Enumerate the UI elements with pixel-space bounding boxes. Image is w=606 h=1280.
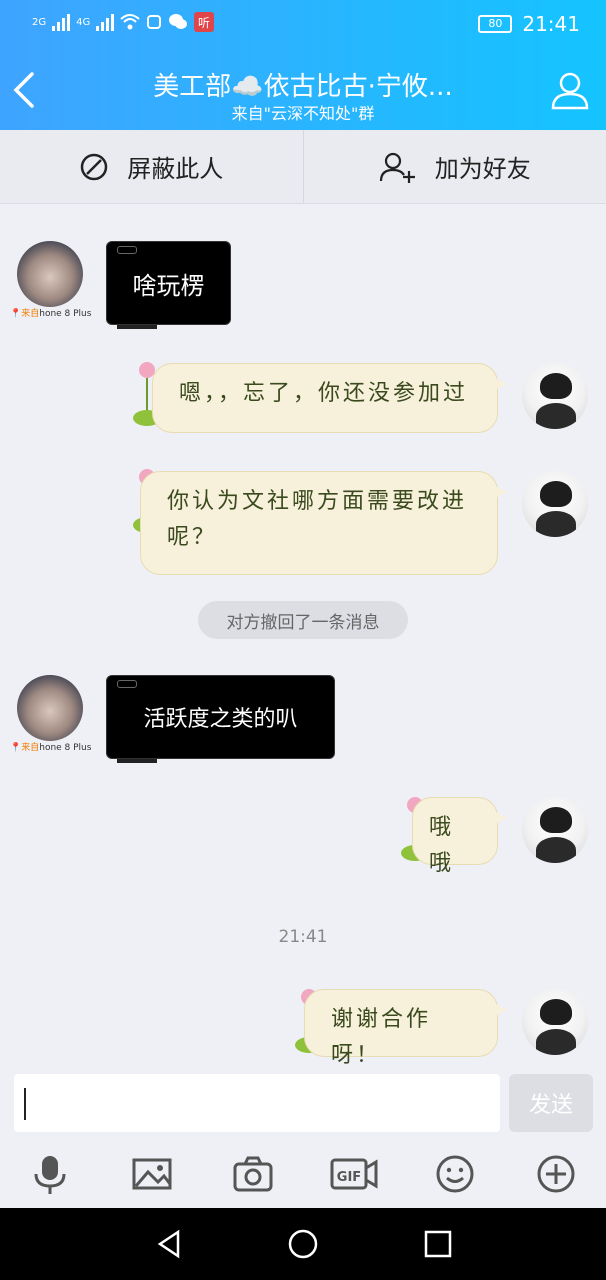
microphone-icon[interactable] bbox=[28, 1152, 72, 1196]
add-friend-button[interactable]: 加为好友 bbox=[302, 130, 606, 203]
clock: 21:41 bbox=[522, 12, 580, 36]
emoji-icon[interactable] bbox=[433, 1152, 477, 1196]
message-list[interactable]: 📍来自hone 8 Plus 啥玩楞 嗯，，忘了，你还没参加过 你认为文社哪方面… bbox=[0, 205, 606, 1070]
wechat-icon bbox=[169, 14, 188, 29]
network-type-2: 4G bbox=[76, 16, 91, 28]
svg-text:听: 听 bbox=[198, 16, 210, 30]
chat-subtitle: 来自"云深不知处"群 bbox=[231, 104, 375, 123]
send-button[interactable]: 发送 bbox=[509, 1074, 593, 1132]
stranger-action-bar: 屏蔽此人 加为好友 bbox=[0, 130, 606, 204]
nav-home-icon[interactable] bbox=[287, 1228, 319, 1260]
network-type-1: 2G bbox=[32, 16, 47, 28]
device-tag: 📍来自hone 8 Plus bbox=[10, 743, 92, 753]
text-message[interactable]: 你认为文社哪方面需要改进呢？ bbox=[140, 471, 507, 575]
nav-back-icon[interactable] bbox=[154, 1228, 186, 1260]
system-nav-bar bbox=[0, 1208, 606, 1280]
signal-icon bbox=[52, 13, 71, 31]
text-message[interactable]: 谢谢合作呀！ bbox=[304, 989, 507, 1068]
image-message[interactable]: 活跃度之类的叭 bbox=[106, 675, 335, 763]
add-friend-icon bbox=[379, 152, 415, 183]
composer: 发送 bbox=[0, 1070, 606, 1140]
status-bar: 2G 4G 听 80 21:41 bbox=[0, 0, 606, 50]
recall-notice: 对方撤回了一条消息 bbox=[198, 601, 408, 639]
chat-header: 2G 4G 听 80 21:41 美工部☁️依古比古·宁攸... 来自"云深不知… bbox=[0, 0, 606, 130]
wifi-icon bbox=[120, 14, 140, 30]
battery-icon: 80 bbox=[478, 15, 513, 33]
device-tag: 📍来自hone 8 Plus bbox=[10, 309, 92, 319]
gif-icon[interactable]: GIF bbox=[330, 1152, 378, 1196]
app-notification-icon bbox=[147, 15, 162, 29]
friend-avatar[interactable] bbox=[17, 675, 83, 741]
composer-toolbar: GIF bbox=[0, 1140, 606, 1208]
music-app-icon: 听 bbox=[194, 12, 215, 32]
text-message[interactable]: 嗯，，忘了，你还没参加过 bbox=[152, 363, 507, 433]
profile-icon[interactable] bbox=[550, 70, 590, 110]
block-user-label: 屏蔽此人 bbox=[127, 155, 224, 183]
friend-avatar[interactable] bbox=[17, 241, 83, 307]
my-avatar[interactable] bbox=[522, 363, 588, 429]
signal-icon-2 bbox=[96, 13, 115, 31]
add-friend-label: 加为好友 bbox=[434, 155, 531, 183]
message-timestamp: 21:41 bbox=[278, 927, 328, 947]
block-user-button[interactable]: 屏蔽此人 bbox=[0, 130, 303, 203]
image-icon[interactable] bbox=[130, 1152, 174, 1196]
nav-recents-icon[interactable] bbox=[422, 1228, 454, 1260]
text-caret bbox=[24, 1088, 26, 1120]
message-input[interactable] bbox=[14, 1074, 500, 1132]
camera-icon[interactable] bbox=[231, 1152, 275, 1196]
image-message[interactable]: 啥玩楞 bbox=[106, 241, 231, 329]
plus-icon[interactable] bbox=[534, 1152, 578, 1196]
my-avatar[interactable] bbox=[522, 989, 588, 1055]
back-icon[interactable] bbox=[10, 70, 40, 110]
my-avatar[interactable] bbox=[522, 797, 588, 863]
chat-title: 美工部☁️依古比古·宁攸... bbox=[153, 72, 453, 102]
text-message[interactable]: 哦哦 bbox=[412, 797, 507, 876]
my-avatar[interactable] bbox=[522, 471, 588, 537]
svg-text:GIF: GIF bbox=[337, 1170, 361, 1185]
block-icon bbox=[81, 153, 108, 180]
